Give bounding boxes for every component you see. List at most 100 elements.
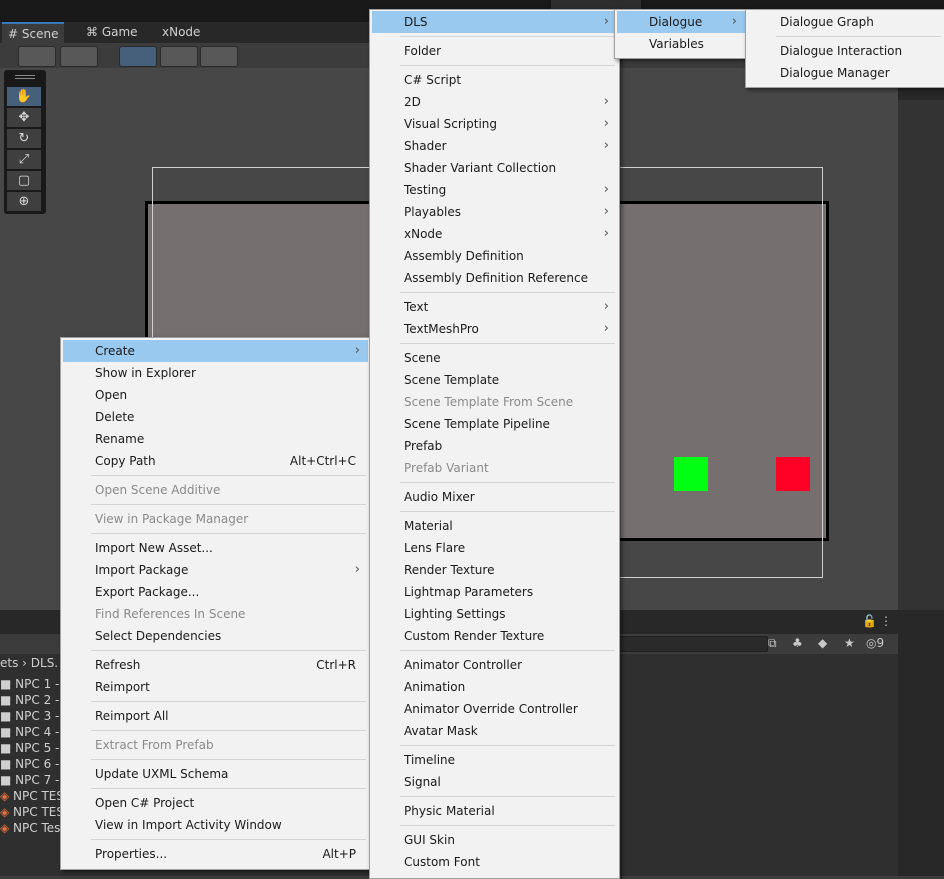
create-menu-item-assembly-definition-reference[interactable]: Assembly Definition Reference	[372, 267, 617, 289]
create-menu-item-textmeshpro[interactable]: TextMeshPro ›	[372, 318, 617, 340]
list-item[interactable]: ◈ NPC TES	[0, 788, 64, 804]
context-menu-item-open-c-project[interactable]: Open C# Project	[63, 792, 368, 814]
create-menu-item-shader[interactable]: Shader ›	[372, 135, 617, 157]
context-menu-item-create[interactable]: Create ›	[63, 340, 368, 362]
breadcrumb[interactable]: ets › DLS.	[0, 656, 58, 670]
dialogue-menu-item-dialogue-manager[interactable]: Dialogue Manager	[748, 62, 943, 84]
transform-tool-icon[interactable]: ⊕	[7, 192, 41, 211]
list-item-label: NPC TES	[13, 805, 64, 819]
create-menu-item-testing[interactable]: Testing ›	[372, 179, 617, 201]
create-menu-item-custom-font[interactable]: Custom Font	[372, 851, 617, 873]
search-by-type-icon[interactable]: ⧉	[768, 636, 777, 651]
label-icon[interactable]: ◆	[818, 636, 827, 650]
hand-tool-icon[interactable]: ✋	[7, 87, 41, 106]
asset-icon: ■	[0, 757, 16, 771]
create-menu-item-lightmap-parameters[interactable]: Lightmap Parameters	[372, 581, 617, 603]
menu-item-label: View in Import Activity Window	[95, 818, 282, 832]
context-menu-item-import-new-asset[interactable]: Import New Asset...	[63, 537, 368, 559]
context-menu-item-import-package[interactable]: Import Package ›	[63, 559, 368, 581]
dls-menu-item-dialogue[interactable]: Dialogue ›	[617, 11, 745, 33]
menu-separator	[400, 511, 615, 512]
more-options-icon[interactable]: ⋮	[880, 614, 892, 628]
context-menu-item-properties[interactable]: Properties... Alt+P	[63, 843, 368, 865]
tab-scene[interactable]: # Scene	[2, 22, 65, 45]
tab-game[interactable]: ⌘ Game	[80, 22, 144, 43]
rect-tool-icon[interactable]: ▢	[7, 171, 41, 190]
context-menu-item-select-dependencies[interactable]: Select Dependencies	[63, 625, 368, 647]
scale-tool-icon[interactable]: ⤢	[7, 150, 41, 169]
list-item[interactable]: ◈ NPC TES	[0, 804, 64, 820]
menu-item-label: Assembly Definition	[404, 249, 524, 263]
create-menu-item-dls[interactable]: DLS ›	[372, 11, 617, 33]
tab-xnode[interactable]: xNode	[156, 22, 206, 43]
create-menu-item-animator-override-controller[interactable]: Animator Override Controller	[372, 698, 617, 720]
dialogue-menu-item-dialogue-graph[interactable]: Dialogue Graph	[748, 11, 943, 33]
create-menu-item-audio-mixer[interactable]: Audio Mixer	[372, 486, 617, 508]
create-submenu: DLS › Folder C# Script 2D › Visual Scripting › S…	[369, 9, 620, 879]
create-menu-item-prefab[interactable]: Prefab	[372, 435, 617, 457]
context-menu-item-show-in-explorer[interactable]: Show in Explorer	[63, 362, 368, 384]
menu-item-label: Lighting Settings	[404, 607, 506, 621]
context-menu-item-open[interactable]: Open	[63, 384, 368, 406]
context-menu-item-reimport[interactable]: Reimport	[63, 676, 368, 698]
create-menu-item-playables[interactable]: Playables ›	[372, 201, 617, 223]
menu-item-label: Playables	[404, 205, 461, 219]
shading-mode-dropdown[interactable]	[60, 46, 98, 67]
create-menu-item-timeline[interactable]: Timeline	[372, 749, 617, 771]
favorite-icon[interactable]: ★	[844, 636, 855, 650]
create-menu-item-c-script[interactable]: C# Script	[372, 69, 617, 91]
context-menu-item-update-uxml-schema[interactable]: Update UXML Schema	[63, 763, 368, 785]
create-menu-item-folder[interactable]: Folder	[372, 40, 617, 62]
context-menu-item-export-package[interactable]: Export Package...	[63, 581, 368, 603]
filter-icon[interactable]: ♣	[792, 636, 803, 650]
dialogue-menu-item-dialogue-interaction[interactable]: Dialogue Interaction	[748, 40, 943, 62]
context-menu-item-rename[interactable]: Rename	[63, 428, 368, 450]
create-menu-item-scene-template-pipeline[interactable]: Scene Template Pipeline	[372, 413, 617, 435]
create-menu-item-scene[interactable]: Scene	[372, 347, 617, 369]
create-menu-item-lighting-settings[interactable]: Lighting Settings	[372, 603, 617, 625]
menu-item-label: Custom Font	[404, 855, 480, 869]
create-menu-item-lens-flare[interactable]: Lens Flare	[372, 537, 617, 559]
menu-item-label: DLS	[404, 15, 428, 29]
ruler-dropdown[interactable]	[200, 46, 238, 67]
create-menu-item-custom-render-texture[interactable]: Custom Render Texture	[372, 625, 617, 647]
grid-icon: #	[8, 27, 19, 41]
create-menu-item-2d[interactable]: 2D ›	[372, 91, 617, 113]
create-menu-item-physic-material[interactable]: Physic Material	[372, 800, 617, 822]
context-menu-item-delete[interactable]: Delete	[63, 406, 368, 428]
lock-icon[interactable]: 🔓	[862, 614, 877, 628]
menu-item-label: Refresh	[95, 658, 141, 672]
rotate-tool-icon[interactable]: ↻	[7, 129, 41, 148]
create-menu-item-material[interactable]: Material	[372, 515, 617, 537]
create-menu-item-xnode[interactable]: xNode ›	[372, 223, 617, 245]
dls-menu-item-variables[interactable]: Variables	[617, 33, 745, 55]
move-tool-icon[interactable]: ✥	[7, 108, 41, 127]
green-square[interactable]	[674, 457, 708, 491]
create-menu-item-gui-skin[interactable]: GUI Skin	[372, 829, 617, 851]
create-menu-item-scene-template[interactable]: Scene Template	[372, 369, 617, 391]
increment-snap-dropdown[interactable]	[160, 46, 198, 67]
list-item[interactable]: ◈ NPC Test	[0, 820, 65, 836]
create-menu-item-animation[interactable]: Animation	[372, 676, 617, 698]
context-menu-item-view-in-import-activity-window[interactable]: View in Import Activity Window	[63, 814, 368, 836]
draw-mode-dropdown[interactable]	[18, 46, 56, 67]
create-menu-item-signal[interactable]: Signal	[372, 771, 617, 793]
menu-separator	[776, 36, 941, 37]
red-square[interactable]	[776, 457, 810, 491]
context-menu-item-copy-path[interactable]: Copy Path Alt+Ctrl+C	[63, 450, 368, 472]
project-search-input[interactable]	[618, 636, 768, 652]
hidden-packages-icon[interactable]: ◎9	[866, 636, 884, 650]
menu-item-shortcut: Ctrl+R	[316, 658, 356, 672]
create-menu-item-assembly-definition[interactable]: Assembly Definition	[372, 245, 617, 267]
context-menu-item-reimport-all[interactable]: Reimport All	[63, 705, 368, 727]
create-menu-item-animator-controller[interactable]: Animator Controller	[372, 654, 617, 676]
create-menu-item-text[interactable]: Text ›	[372, 296, 617, 318]
grid-snap-toggle[interactable]	[119, 46, 157, 67]
create-menu-item-shader-variant-collection[interactable]: Shader Variant Collection	[372, 157, 617, 179]
create-menu-item-render-texture[interactable]: Render Texture	[372, 559, 617, 581]
menu-item-label: Properties...	[95, 847, 168, 861]
menu-item-label: Create	[95, 344, 135, 358]
create-menu-item-avatar-mask[interactable]: Avatar Mask	[372, 720, 617, 742]
create-menu-item-visual-scripting[interactable]: Visual Scripting ›	[372, 113, 617, 135]
context-menu-item-refresh[interactable]: Refresh Ctrl+R	[63, 654, 368, 676]
